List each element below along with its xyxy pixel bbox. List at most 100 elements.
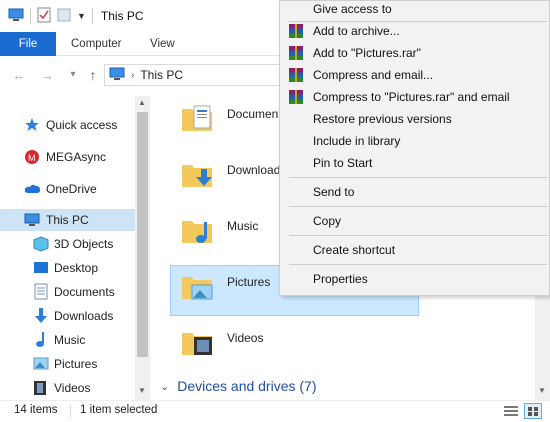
sidebar-item-megasync[interactable]: M MEGAsync [24, 146, 106, 168]
menu-item-give-access[interactable]: Give access to [280, 0, 549, 20]
address-bar[interactable]: › This PC [104, 64, 294, 86]
menu-item-restore-previous-versions[interactable]: Restore previous versions [280, 108, 549, 130]
sidebar-scrollbar[interactable]: ▲ ▼ [135, 96, 150, 400]
menu-item-compress-and-email[interactable]: Compress and email... [280, 64, 549, 86]
computer-icon[interactable] [8, 8, 24, 25]
back-arrow-icon[interactable]: ← [10, 66, 28, 84]
menu-separator [289, 177, 547, 178]
customize-dropdown-icon[interactable]: ▼ [77, 11, 86, 21]
sidebar-item-label: Documents [54, 285, 115, 299]
folder-label: Pictures [227, 275, 271, 289]
menu-item-properties[interactable]: Properties [280, 268, 549, 290]
menu-item-label: Give access to [313, 2, 392, 16]
scroll-up-icon[interactable]: ▲ [138, 98, 146, 107]
menu-item-include-in-library[interactable]: Include in library [280, 130, 549, 152]
recent-dropdown-icon[interactable]: ▾ [64, 66, 82, 84]
window-title: This PC [100, 9, 144, 23]
winrar-icon [289, 90, 303, 104]
menu-item-label: Create shortcut [313, 243, 396, 257]
menu-separator [289, 235, 547, 236]
winrar-icon [289, 46, 303, 60]
winrar-icon [289, 24, 303, 38]
sidebar-item-this-pc[interactable]: This PC [0, 209, 135, 231]
sidebar-item-videos[interactable]: Videos [33, 377, 90, 399]
menu-item-label: Copy [313, 214, 342, 228]
tab-view[interactable]: View [150, 32, 175, 56]
chevron-down-icon[interactable]: ⌄ [160, 380, 169, 393]
breadcrumb-chevron-icon: › [131, 69, 135, 81]
picture-icon [33, 357, 49, 370]
sidebar-item-music[interactable]: Music [33, 329, 85, 351]
menu-item-pin-to-start[interactable]: Pin to Start [280, 152, 549, 174]
sidebar-item-label: Videos [54, 381, 91, 395]
content-scrollbar[interactable]: ▼ [535, 296, 550, 400]
menu-item-label: Pin to Start [313, 156, 373, 170]
winrar-icon [289, 68, 303, 82]
downloads-folder-icon [182, 165, 212, 187]
sidebar-item-label: 3D Objects [54, 237, 114, 251]
sidebar-item-label: This PC [46, 213, 89, 227]
sidebar-scrollbar-thumb[interactable] [137, 112, 148, 357]
cube-icon [33, 236, 49, 252]
folder-label: Downloads [227, 163, 287, 177]
tab-computer[interactable]: Computer [71, 32, 122, 56]
scroll-down-icon[interactable]: ▼ [538, 386, 546, 395]
menu-item-add-to-pictures-rar[interactable]: Add to "Pictures.rar" [280, 42, 549, 64]
pictures-folder-icon [182, 277, 213, 300]
menu-item-copy[interactable]: Copy [280, 210, 549, 232]
videos-folder-icon [182, 333, 212, 355]
details-view-icon[interactable] [504, 405, 518, 420]
mega-icon: M [25, 150, 39, 164]
menu-item-label: Properties [313, 272, 368, 286]
status-divider [70, 404, 71, 418]
file-explorer-window: ▼ This PC File Computer View ← → ▾ ↑ › T… [0, 0, 550, 422]
menu-item-create-shortcut[interactable]: Create shortcut [280, 239, 549, 261]
sidebar-item-documents[interactable]: Documents [33, 281, 115, 303]
sidebar-item-label: Downloads [54, 309, 114, 323]
sidebar-item-label: Music [54, 333, 86, 347]
computer-icon [109, 67, 125, 84]
sidebar-item-3d-objects[interactable]: 3D Objects [33, 233, 113, 255]
devices-and-drives-section[interactable]: ⌄ Devices and drives (7) [160, 378, 317, 394]
menu-item-send-to[interactable]: Send to [280, 181, 549, 203]
menu-item-label: Include in library [313, 134, 401, 148]
star-icon [25, 118, 39, 131]
menu-item-label: Add to "Pictures.rar" [313, 46, 421, 60]
menu-separator [289, 206, 547, 207]
status-bar: 14 items 1 item selected [0, 400, 550, 422]
menu-item-label: Compress to "Pictures.rar" and email [313, 90, 510, 104]
sidebar-item-quick-access[interactable]: Quick access [24, 114, 117, 136]
menu-item-compress-to-rar-and-email[interactable]: Compress to "Pictures.rar" and email [280, 86, 549, 108]
breadcrumb[interactable]: This PC [140, 68, 183, 82]
new-folder-icon[interactable] [57, 7, 71, 26]
scroll-down-icon[interactable]: ▼ [138, 386, 146, 395]
menu-item-add-to-archive[interactable]: Add to archive... [280, 20, 549, 42]
item-count: 14 items [14, 404, 58, 416]
film-icon [34, 381, 46, 395]
music-note-icon [36, 332, 44, 347]
quick-access-toolbar: ▼ [8, 7, 93, 26]
documents-folder-icon [182, 105, 212, 131]
tab-file[interactable]: File [0, 32, 56, 56]
properties-check-icon[interactable] [37, 7, 51, 26]
large-icons-view-icon[interactable] [524, 403, 542, 419]
sidebar-item-label: Quick access [46, 118, 118, 132]
menu-item-label: Add to archive... [313, 24, 400, 38]
sidebar-item-pictures[interactable]: Pictures [33, 353, 97, 375]
computer-icon [24, 213, 40, 226]
svg-text:M: M [28, 153, 36, 163]
toolbar-divider [30, 8, 31, 24]
folder-label: Music [227, 219, 259, 233]
sidebar-item-desktop[interactable]: Desktop [33, 257, 98, 279]
sidebar-item-onedrive[interactable]: OneDrive [24, 178, 97, 200]
up-arrow-icon[interactable]: ↑ [84, 66, 102, 84]
sidebar-item-label: OneDrive [46, 182, 97, 196]
menu-item-label: Restore previous versions [313, 112, 452, 126]
toolbar-divider [91, 8, 93, 24]
menu-separator [289, 264, 547, 265]
section-header: Devices and drives (7) [177, 378, 317, 394]
document-icon [34, 283, 48, 300]
selection-count: 1 item selected [80, 404, 158, 416]
forward-arrow-icon[interactable]: → [38, 66, 56, 84]
sidebar-item-downloads[interactable]: Downloads [33, 305, 113, 327]
